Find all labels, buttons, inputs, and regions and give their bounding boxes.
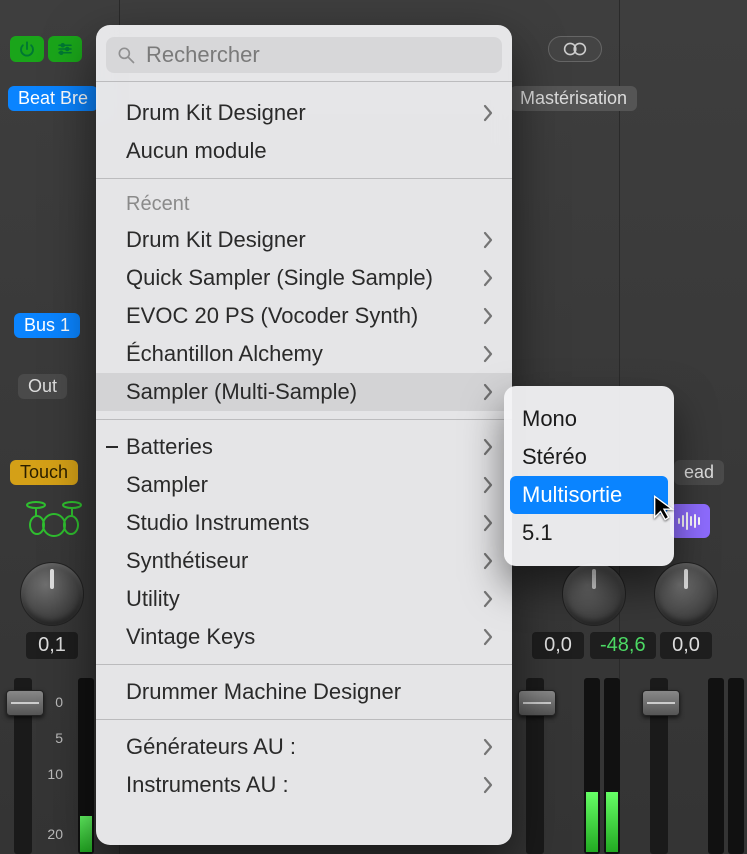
menu-item-label: EVOC 20 PS (Vocoder Synth) <box>126 303 482 329</box>
menu-item[interactable]: Drum Kit Designer <box>96 94 512 132</box>
automation-mode[interactable]: ead <box>674 460 724 485</box>
chevron-right-icon <box>482 552 494 570</box>
level-meter <box>80 816 92 852</box>
menu-item-label: Drummer Machine Designer <box>126 679 494 705</box>
scale-label: 0 <box>55 694 63 710</box>
chevron-right-icon <box>482 104 494 122</box>
chevron-right-icon <box>482 628 494 646</box>
drumkit-icon <box>24 495 84 544</box>
chevron-right-icon <box>482 738 494 756</box>
chevron-right-icon <box>482 514 494 532</box>
search-input[interactable] <box>146 42 492 68</box>
menu-item[interactable]: Générateurs AU : <box>96 728 512 766</box>
menu-item-label: Vintage Keys <box>126 624 482 650</box>
menu-item-label: Drum Kit Designer <box>126 100 482 126</box>
sliders-button[interactable] <box>48 36 82 62</box>
chevron-right-icon <box>482 269 494 287</box>
fader[interactable] <box>644 678 734 854</box>
power-button[interactable] <box>10 36 44 62</box>
stereo-icon <box>559 40 591 58</box>
menu-item[interactable]: Drummer Machine Designer <box>96 673 512 711</box>
fader[interactable] <box>520 678 610 854</box>
level-meter <box>606 792 618 852</box>
plugin-slot[interactable]: Mastérisation <box>510 86 637 111</box>
plugin-slot[interactable]: Beat Bre <box>8 86 98 111</box>
menu-item[interactable]: Instruments AU : <box>96 766 512 804</box>
pan-knob[interactable] <box>654 562 718 626</box>
submenu-item[interactable]: Multisortie <box>510 476 668 514</box>
search-field[interactable] <box>106 37 502 73</box>
menu-item-label: Instruments AU : <box>126 772 482 798</box>
submenu-item[interactable]: 5.1 <box>504 514 674 552</box>
menu-item-label: Drum Kit Designer <box>126 227 482 253</box>
menu-item[interactable]: Batteries <box>96 428 512 466</box>
menu-item-label: Échantillon Alchemy <box>126 341 482 367</box>
meter-value: -48,6 <box>590 632 656 659</box>
scale-label: 10 <box>47 766 63 782</box>
power-icon <box>18 40 36 58</box>
menu-item[interactable]: Quick Sampler (Single Sample) <box>96 259 512 297</box>
fader[interactable]: 0 5 10 20 <box>8 678 98 854</box>
pan-knob[interactable] <box>562 562 626 626</box>
bus-send[interactable]: Bus 1 <box>14 313 80 338</box>
menu-item-label: Batteries <box>126 434 482 460</box>
submenu-item[interactable]: Mono <box>504 400 674 438</box>
menu-item[interactable]: Aucun module <box>96 132 512 170</box>
menu-item[interactable]: Studio Instruments <box>96 504 512 542</box>
stereo-toggle[interactable] <box>548 36 602 62</box>
menu-item[interactable]: Drum Kit Designer <box>96 221 512 259</box>
power-row <box>10 36 82 62</box>
scale-label: 20 <box>47 826 63 842</box>
pan-value: 0,0 <box>660 632 712 659</box>
output-format-submenu: MonoStéréoMultisortie5.1 <box>504 386 674 566</box>
menu-list: Drum Kit Designer Aucun module Récent Drum … <box>96 90 512 816</box>
menu-item-label: Sampler <box>126 472 482 498</box>
menu-item-label: Sampler (Multi-Sample) <box>126 379 482 405</box>
chevron-right-icon <box>482 776 494 794</box>
menu-item-label: Studio Instruments <box>126 510 482 536</box>
menu-item-label: Utility <box>126 586 482 612</box>
chevron-right-icon <box>482 345 494 363</box>
automation-mode[interactable]: Touch <box>10 460 78 485</box>
waveform-icon <box>676 512 704 530</box>
submenu-item[interactable]: Stéréo <box>504 438 674 476</box>
chevron-right-icon <box>482 438 494 456</box>
menu-item[interactable]: Synthétiseur <box>96 542 512 580</box>
instrument-menu-popover: Drum Kit Designer Aucun module Récent Drum … <box>96 25 512 845</box>
chevron-right-icon <box>482 590 494 608</box>
scale-label: 5 <box>55 730 63 746</box>
menu-section-header: Récent <box>96 187 512 221</box>
level-meter <box>586 792 598 852</box>
chevron-right-icon <box>482 307 494 325</box>
search-icon <box>116 45 136 65</box>
pan-knob[interactable] <box>20 562 84 626</box>
menu-item-label: Générateurs AU : <box>126 734 482 760</box>
menu-item[interactable]: EVOC 20 PS (Vocoder Synth) <box>96 297 512 335</box>
output-slot[interactable]: Out <box>18 374 67 399</box>
sliders-icon <box>56 40 74 58</box>
pan-value: 0,1 <box>26 632 78 659</box>
chevron-right-icon <box>482 383 494 401</box>
waveform-chip[interactable] <box>670 504 710 538</box>
menu-item[interactable]: Vintage Keys <box>96 618 512 656</box>
menu-item-label: Synthétiseur <box>126 548 482 574</box>
menu-item[interactable]: Utility <box>96 580 512 618</box>
menu-item[interactable]: Échantillon Alchemy <box>96 335 512 373</box>
pan-value: 0,0 <box>532 632 584 659</box>
chevron-right-icon <box>482 231 494 249</box>
menu-item-label: Aucun module <box>126 138 494 164</box>
chevron-right-icon <box>482 476 494 494</box>
menu-item[interactable]: Sampler (Multi-Sample) <box>96 373 512 411</box>
menu-item[interactable]: Sampler <box>96 466 512 504</box>
menu-item-label: Quick Sampler (Single Sample) <box>126 265 482 291</box>
